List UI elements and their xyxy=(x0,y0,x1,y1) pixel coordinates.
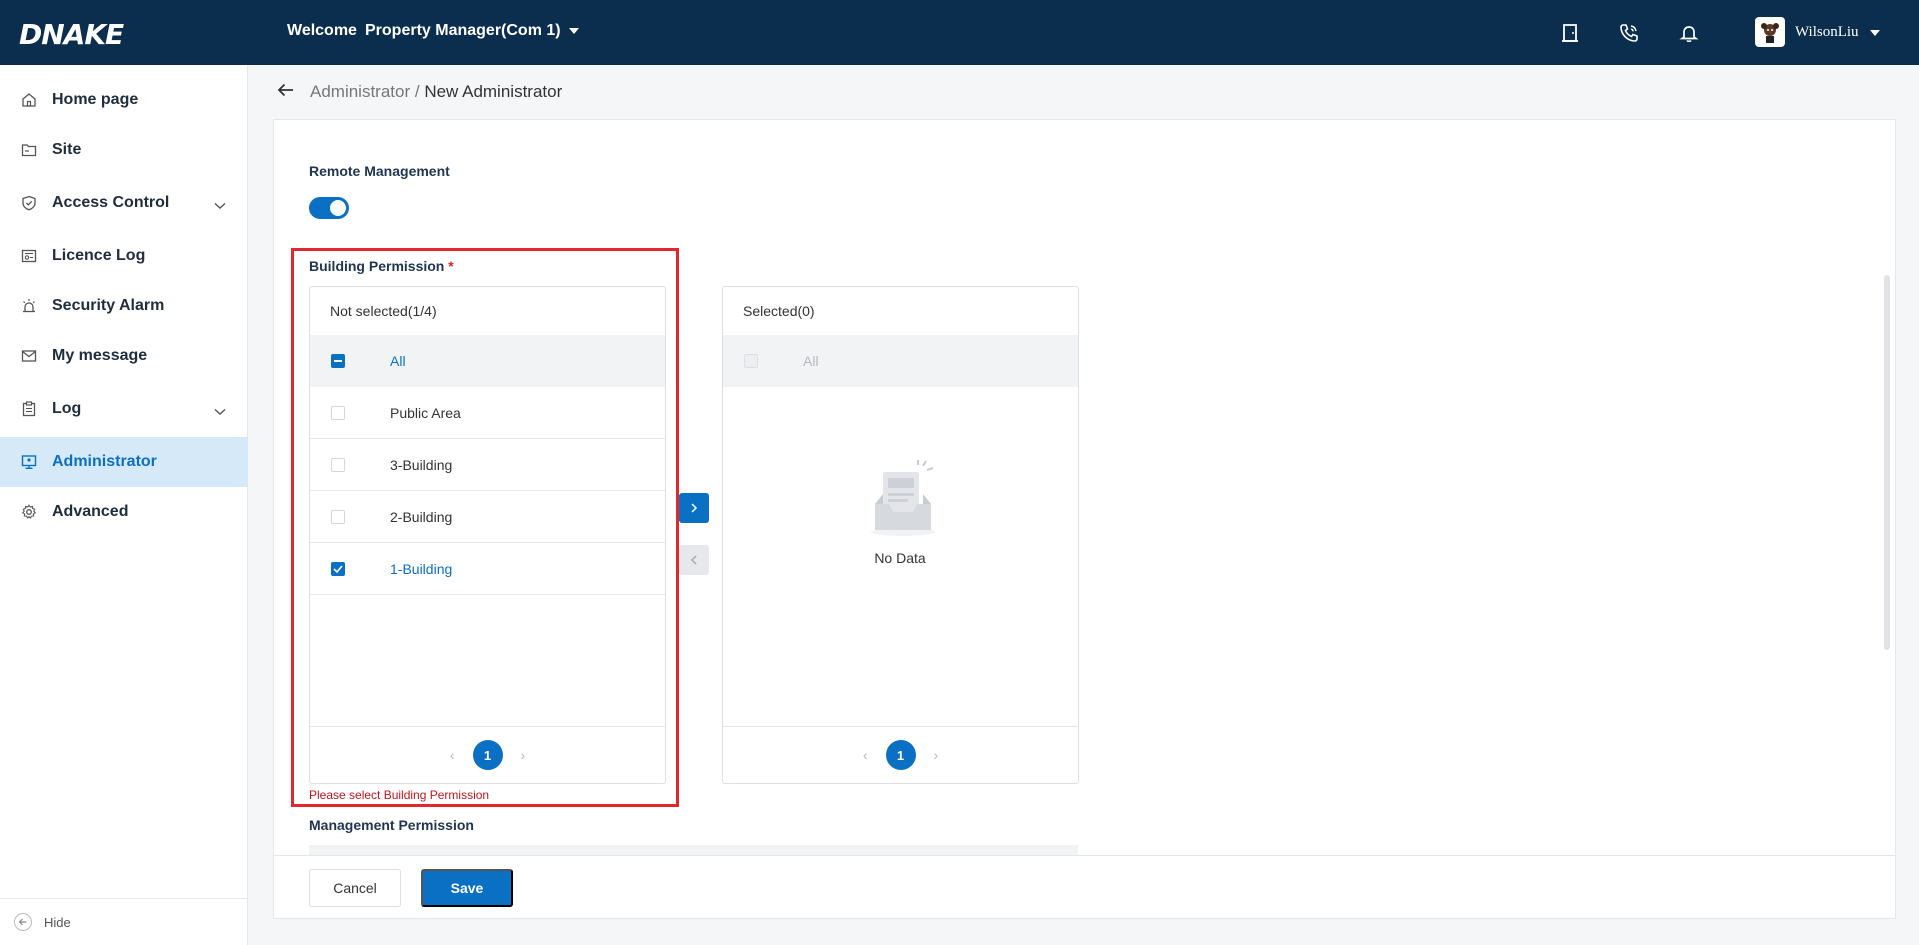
sidebar-item-log[interactable]: Log xyxy=(0,384,248,434)
toggle-knob xyxy=(330,200,346,216)
list-item-3-building[interactable]: 3-Building xyxy=(310,439,665,491)
next-page-icon[interactable]: › xyxy=(934,747,939,763)
user-menu-caret-icon[interactable] xyxy=(1870,30,1880,36)
management-permission-label: Management Permission xyxy=(309,817,474,833)
sidebar-item-label: My message xyxy=(52,347,148,364)
checkbox[interactable] xyxy=(331,509,345,524)
list-item-2-building[interactable]: 2-Building xyxy=(310,491,665,543)
breadcrumb: Administrator / New Administrator xyxy=(310,82,562,102)
sidebar-item-label: Advanced xyxy=(52,503,129,520)
selected-all-checkbox xyxy=(744,354,758,368)
select-all-row[interactable]: All xyxy=(310,335,665,387)
home-icon xyxy=(20,91,38,109)
hide-sidebar-button[interactable]: Hide xyxy=(0,898,248,945)
form-footer xyxy=(274,855,1895,918)
checkbox[interactable] xyxy=(331,405,345,420)
scrollbar[interactable] xyxy=(1884,275,1890,650)
prev-page-icon[interactable]: ‹ xyxy=(863,747,868,763)
sidebar-item-advanced[interactable]: Advanced xyxy=(0,487,248,537)
sidebar-item-access-control[interactable]: Access Control xyxy=(0,178,248,228)
door-icon[interactable] xyxy=(1557,20,1583,46)
sidebar-item-licence-log[interactable]: Licence Log xyxy=(0,231,248,281)
remote-management-toggle[interactable] xyxy=(309,197,349,219)
back-arrow-icon[interactable] xyxy=(276,80,296,103)
move-right-button[interactable] xyxy=(679,493,709,523)
select-all-checkbox[interactable] xyxy=(331,354,345,368)
hide-label: Hide xyxy=(44,914,71,930)
alarm-icon xyxy=(20,297,38,315)
chevron-down-icon xyxy=(214,197,226,215)
gear-icon xyxy=(20,503,38,521)
empty-inbox-icon xyxy=(865,458,941,538)
validation-error: Please select Building Permission xyxy=(309,788,490,802)
bell-icon[interactable] xyxy=(1676,20,1702,46)
sidebar-item-label: Administrator xyxy=(52,453,157,470)
monitor-icon xyxy=(20,453,38,471)
save-button[interactable]: Save xyxy=(421,869,513,907)
folder-icon xyxy=(20,141,38,159)
breadcrumb-separator: / xyxy=(410,82,425,101)
sidebar-item-home-page[interactable]: Home page xyxy=(0,75,248,125)
role-selector[interactable]: Property Manager(Com 1) xyxy=(365,22,579,40)
call-icon[interactable] xyxy=(1616,20,1642,46)
role-label: Property Manager(Com 1) xyxy=(365,22,561,39)
no-data-text: No Data xyxy=(874,550,926,566)
not-selected-title: Not selected(1/4) xyxy=(330,302,437,319)
sidebar-item-label: Security Alarm xyxy=(52,297,165,314)
required-mark: * xyxy=(448,258,454,274)
building-permission-label: Building Permission * xyxy=(309,258,454,274)
management-permission-table-head xyxy=(309,845,1078,855)
arrow-left-icon xyxy=(14,913,32,931)
list-item-label: 1-Building xyxy=(390,560,453,577)
top-bar: DNAKE Welcome Property Manager(Com 1) Wi… xyxy=(0,0,1919,65)
caret-down-icon xyxy=(568,28,579,34)
prev-page-icon[interactable]: ‹ xyxy=(450,747,455,763)
sidebar-item-site[interactable]: Site xyxy=(0,125,248,175)
move-left-button[interactable] xyxy=(679,545,709,575)
sidebar-item-label: Log xyxy=(52,400,82,417)
pagination-left: ‹ 1 › xyxy=(310,726,665,783)
cancel-button[interactable]: Cancel xyxy=(309,869,401,907)
selected-all-row: All xyxy=(723,335,1078,387)
page-number[interactable]: 1 xyxy=(472,740,503,770)
list-item-label: Public Area xyxy=(390,404,461,421)
sidebar-item-administrator[interactable]: Administrator xyxy=(0,437,248,487)
sidebar: Home page Site Access Control Licence Lo… xyxy=(0,65,248,945)
list-item-1-building[interactable]: 1-Building xyxy=(310,543,665,595)
breadcrumb-parent[interactable]: Administrator xyxy=(310,82,410,101)
list-item-label: 3-Building xyxy=(390,456,453,473)
checkbox-checked[interactable] xyxy=(331,561,345,576)
avatar[interactable] xyxy=(1755,17,1785,47)
sidebar-item-security-alarm[interactable]: Security Alarm xyxy=(0,281,248,331)
licence-icon xyxy=(20,247,38,265)
sidebar-item-label: Site xyxy=(52,141,82,158)
list-item-label: 2-Building xyxy=(390,508,453,525)
checkbox[interactable] xyxy=(331,457,345,472)
remote-management-label: Remote Management xyxy=(309,163,450,179)
username[interactable]: WilsonLiu xyxy=(1795,24,1859,41)
page-number[interactable]: 1 xyxy=(885,740,916,770)
chevron-down-icon xyxy=(214,403,226,421)
pagination-right: ‹ 1 › xyxy=(723,726,1078,783)
sidebar-item-my-message[interactable]: My message xyxy=(0,331,248,381)
breadcrumb-current: New Administrator xyxy=(424,82,563,101)
sidebar-item-label: Home page xyxy=(52,91,139,108)
clipboard-icon xyxy=(20,400,38,418)
welcome-text: Welcome xyxy=(287,22,357,39)
mail-icon xyxy=(20,347,38,365)
selected-all-label: All xyxy=(803,353,819,369)
list-item-public-area[interactable]: Public Area xyxy=(310,387,665,439)
sidebar-item-label: Access Control xyxy=(52,194,170,211)
selected-title: Selected(0) xyxy=(743,302,815,319)
select-all-label: All xyxy=(390,353,406,369)
next-page-icon[interactable]: › xyxy=(521,747,526,763)
sidebar-item-label: Licence Log xyxy=(52,247,146,264)
shield-icon xyxy=(20,194,38,212)
not-selected-panel: Not selected(1/4) All Public Area 3-Buil… xyxy=(309,286,666,784)
dnake-logo[interactable]: DNAKE xyxy=(19,18,124,51)
